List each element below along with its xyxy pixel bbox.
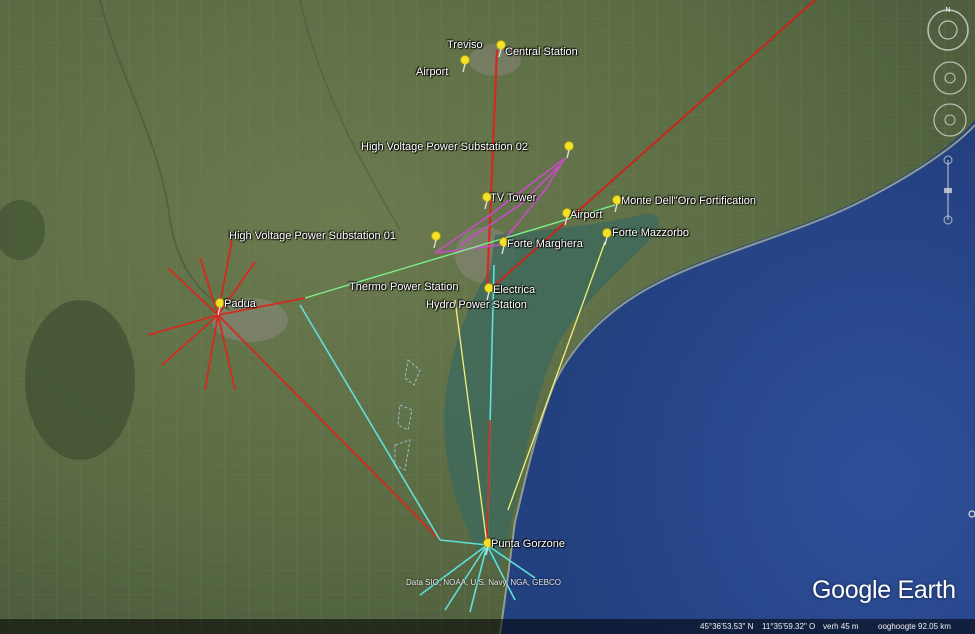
placemark-thermo-power-station[interactable]: Thermo Power Station [349,281,458,293]
placemark-airport-treviso[interactable]: Airport [416,66,448,78]
compass-north-label: N [945,7,950,14]
placemark-forte-marghera[interactable]: Forte Marghera [507,238,583,250]
status-eye-altitude: ooghoogte 92.05 km [878,622,951,631]
compass-control[interactable]: N [924,4,972,52]
side-panel-toggle-icon[interactable] [966,506,975,522]
placemark-hv-substation-02[interactable]: High Voltage Power Substation 02 [361,141,528,153]
placemark-central-station[interactable]: Central Station [505,46,578,58]
placemark-hv-substation-01[interactable]: High Voltage Power Substation 01 [229,230,396,242]
status-elevation: verh 45 m [823,622,859,631]
placemark-monte-dell-oro[interactable]: Monte Dell''Oro Fortification [621,195,756,207]
placemark-airport-venice[interactable]: Airport [570,209,602,221]
move-joystick-icon[interactable] [930,100,970,140]
look-joystick-icon[interactable] [930,58,970,98]
pushpin-icon[interactable] [429,231,443,249]
placemark-electrica[interactable]: Electrica [493,284,535,296]
zoom-slider[interactable] [941,150,955,230]
placemark-hydro-power-station[interactable]: Hydro Power Station [426,299,527,311]
pushpin-icon[interactable] [562,141,576,159]
map-attribution: Data SIO, NOAA, U.S. Navy, NGA, GEBCO [406,578,561,587]
placemark-padua[interactable]: Padua [224,298,256,310]
status-longitude: 11°35'59.32" O [762,622,816,631]
google-earth-logo: Google Earth [812,576,956,604]
placemark-forte-mazzorbo[interactable]: Forte Mazzorbo [612,227,689,239]
placemark-punta-gorzone[interactable]: Punta Gorzone [491,538,565,550]
pushpin-icon[interactable] [458,55,472,73]
status-latitude: 45°36'53.53" N [700,622,754,631]
placemark-treviso[interactable]: Treviso [447,39,483,51]
placemark-tv-tower[interactable]: TV Tower [490,192,536,204]
